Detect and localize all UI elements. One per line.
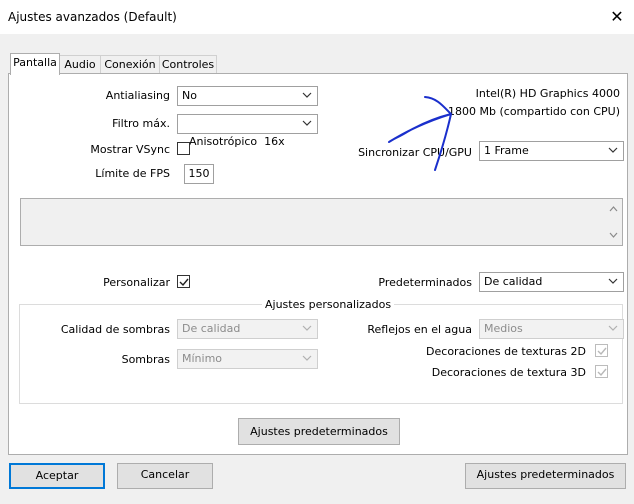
max-filter-label: Filtro máx. [112,117,170,130]
chevron-down-icon [302,355,312,361]
cancel-button[interactable]: Cancelar [117,463,213,489]
tab-audio[interactable]: Audio [59,55,101,74]
scroll-down-icon[interactable] [609,232,618,239]
sync-value: 1 Frame [484,144,529,157]
show-vsync-label: Mostrar VSync [90,143,170,156]
tab-conexion[interactable]: Conexión [100,55,160,74]
max-filter-value: Anisotrópico 16x [189,135,285,148]
shadows-select[interactable]: Mínimo [177,349,318,369]
show-vsync-checkbox[interactable] [177,142,190,155]
water-reflections-value: Medios [484,322,523,335]
checkmark-icon [597,368,607,377]
checkmark-icon [597,347,607,356]
custom-settings-title: Ajustes personalizados [262,298,395,311]
fps-limit-input[interactable]: 150 [184,164,214,184]
shadows-value: Mínimo [182,352,223,365]
chevron-down-icon [608,278,618,284]
chevron-down-icon [608,147,618,153]
accept-button[interactable]: Aceptar [9,463,105,489]
presets-label: Predeterminados [378,276,472,289]
texture-3d-label: Decoraciones de textura 3D [431,366,586,379]
window-title: Ajustes avanzados (Default) [8,10,177,24]
customize-label: Personalizar [103,276,170,289]
description-box[interactable] [20,198,623,246]
antialiasing-select[interactable]: No [177,86,318,106]
shadow-quality-label: Calidad de sombras [60,323,170,336]
chevron-down-icon [302,325,312,331]
texture-2d-label: Decoraciones de texturas 2D [426,345,586,358]
chevron-down-icon [608,325,618,331]
close-button[interactable]: ✕ [606,6,628,28]
antialiasing-value: No [182,89,197,102]
texture-3d-checkbox[interactable] [595,365,608,378]
water-reflections-select[interactable]: Medios [479,319,624,339]
presets-select[interactable]: De calidad [479,272,624,292]
max-filter-select[interactable]: Anisotrópico 16x [177,114,318,148]
scroll-up-icon[interactable] [609,205,618,212]
fps-limit-label: Límite de FPS [95,167,170,180]
defaults-button[interactable]: Ajustes predeterminados [465,463,626,489]
customize-checkbox[interactable] [177,275,190,288]
sync-cpu-gpu-select[interactable]: 1 Frame [479,141,624,161]
hand-drawn-annotation [388,96,452,171]
checkmark-icon [179,278,189,287]
shadow-quality-value: De calidad [182,322,241,335]
tab-pantalla[interactable]: Pantalla [10,53,60,75]
water-reflections-label: Reflejos en el agua [367,323,472,336]
tab-controles[interactable]: Controles [159,55,217,74]
shadow-quality-select[interactable]: De calidad [177,319,318,339]
chevron-down-icon [302,120,312,126]
presets-value: De calidad [484,275,543,288]
texture-2d-checkbox[interactable] [595,344,608,357]
chevron-down-icon [302,92,312,98]
title-bar: Ajustes avanzados (Default) ✕ [0,0,634,34]
panel-defaults-button[interactable]: Ajustes predeterminados [238,418,400,445]
antialiasing-label: Antialiasing [105,89,170,102]
shadows-label: Sombras [121,353,170,366]
